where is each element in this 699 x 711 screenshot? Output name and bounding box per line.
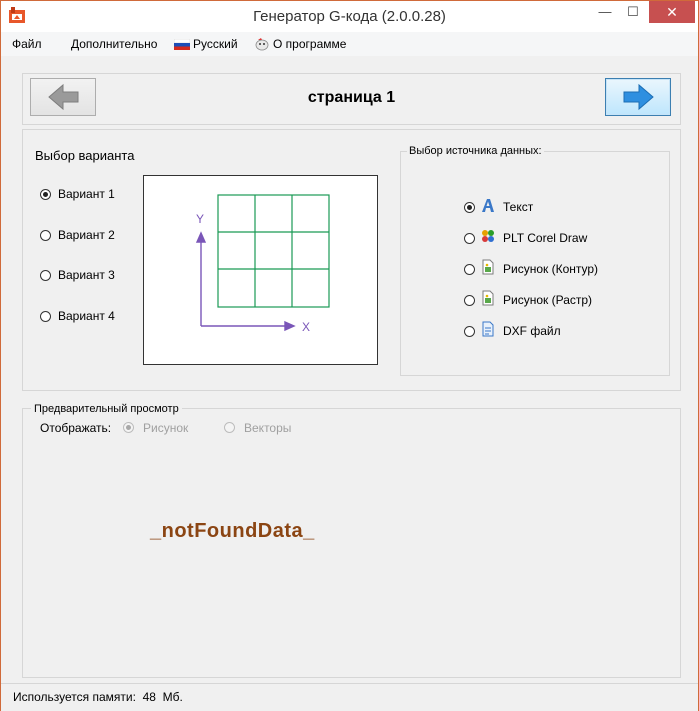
source-dxf-radio[interactable] xyxy=(464,326,475,337)
source-raster-label: Рисунок (Растр) xyxy=(503,293,593,307)
source-contour-radio[interactable] xyxy=(464,264,475,275)
variant-2-radio[interactable] xyxy=(40,230,51,241)
arrow-right-icon xyxy=(623,83,654,111)
image-file-icon xyxy=(482,259,494,275)
menu-file[interactable]: Файл xyxy=(12,37,42,51)
variant-4-label: Вариант 4 xyxy=(58,309,115,323)
corel-draw-icon xyxy=(482,230,494,242)
source-text-radio[interactable] xyxy=(464,202,475,213)
grid-diagram: Y X xyxy=(195,194,330,334)
variant-2-label: Вариант 2 xyxy=(58,228,115,242)
memory-label: Используется памяти: xyxy=(13,690,136,704)
source-plt-radio[interactable] xyxy=(464,233,475,244)
preview-legend: Предварительный просмотр xyxy=(31,403,182,415)
menu-language[interactable]: Русский xyxy=(193,37,238,51)
display-label: Отображать: xyxy=(40,421,112,435)
display-vectors-label: Векторы xyxy=(244,421,292,435)
variant-preview: Y X xyxy=(143,175,378,365)
image-file-icon xyxy=(482,290,494,306)
page-navigation: страница 1 xyxy=(22,73,681,125)
variant-title: Выбор варианта xyxy=(35,148,135,163)
memory-value: 48 xyxy=(142,690,156,704)
not-found-message: _notFoundData_ xyxy=(150,520,315,542)
data-source-legend: Выбор источника данных: xyxy=(407,145,544,157)
variant-1-label: Вариант 1 xyxy=(58,187,115,201)
russian-flag-icon xyxy=(174,39,190,50)
axis-y-label: Y xyxy=(196,212,204,226)
variant-4-radio[interactable] xyxy=(40,311,51,322)
axis-x-label: X xyxy=(302,320,310,334)
minimize-button[interactable]: — xyxy=(592,1,618,23)
display-picture-label: Рисунок xyxy=(143,421,189,435)
title-bar: Генератор G-кода (2.0.0.28) — ☐ ✕ xyxy=(1,1,698,32)
dxf-file-icon xyxy=(482,321,494,337)
variant-3-radio[interactable] xyxy=(40,270,51,281)
app-window: Генератор G-кода (2.0.0.28) — ☐ ✕ Файл Д… xyxy=(0,0,699,711)
memory-status: Используется памяти: 48 Мб. xyxy=(13,690,183,704)
variant-3-label: Вариант 3 xyxy=(58,268,115,282)
maximize-button[interactable]: ☐ xyxy=(620,1,646,23)
data-source-group: Выбор источника данных: Текст PLT Corel … xyxy=(400,145,670,376)
source-plt-label: PLT Corel Draw xyxy=(503,231,588,245)
variant-1-radio[interactable] xyxy=(40,189,51,200)
preview-group: Предварительный просмотр Отображать: Рис… xyxy=(22,403,681,678)
variant-panel: Выбор варианта Вариант 1 Вариант 2 Вариа… xyxy=(22,129,681,391)
source-raster-radio[interactable] xyxy=(464,295,475,306)
menu-about[interactable]: О программе xyxy=(273,37,346,51)
source-text-label: Текст xyxy=(503,200,534,214)
text-icon xyxy=(482,199,494,212)
source-contour-label: Рисунок (Контур) xyxy=(503,262,599,276)
status-bar: Используется памяти: 48 Мб. xyxy=(1,683,698,711)
close-button[interactable]: ✕ xyxy=(649,1,695,23)
page-title: страница 1 xyxy=(307,89,396,106)
about-icon xyxy=(255,38,269,51)
forward-button[interactable] xyxy=(605,78,671,116)
menu-extra[interactable]: Дополнительно xyxy=(71,37,157,51)
display-picture-radio[interactable] xyxy=(123,422,134,433)
memory-unit: Мб. xyxy=(162,690,183,704)
source-dxf-label: DXF файл xyxy=(503,324,561,338)
display-vectors-radio[interactable] xyxy=(224,422,235,433)
